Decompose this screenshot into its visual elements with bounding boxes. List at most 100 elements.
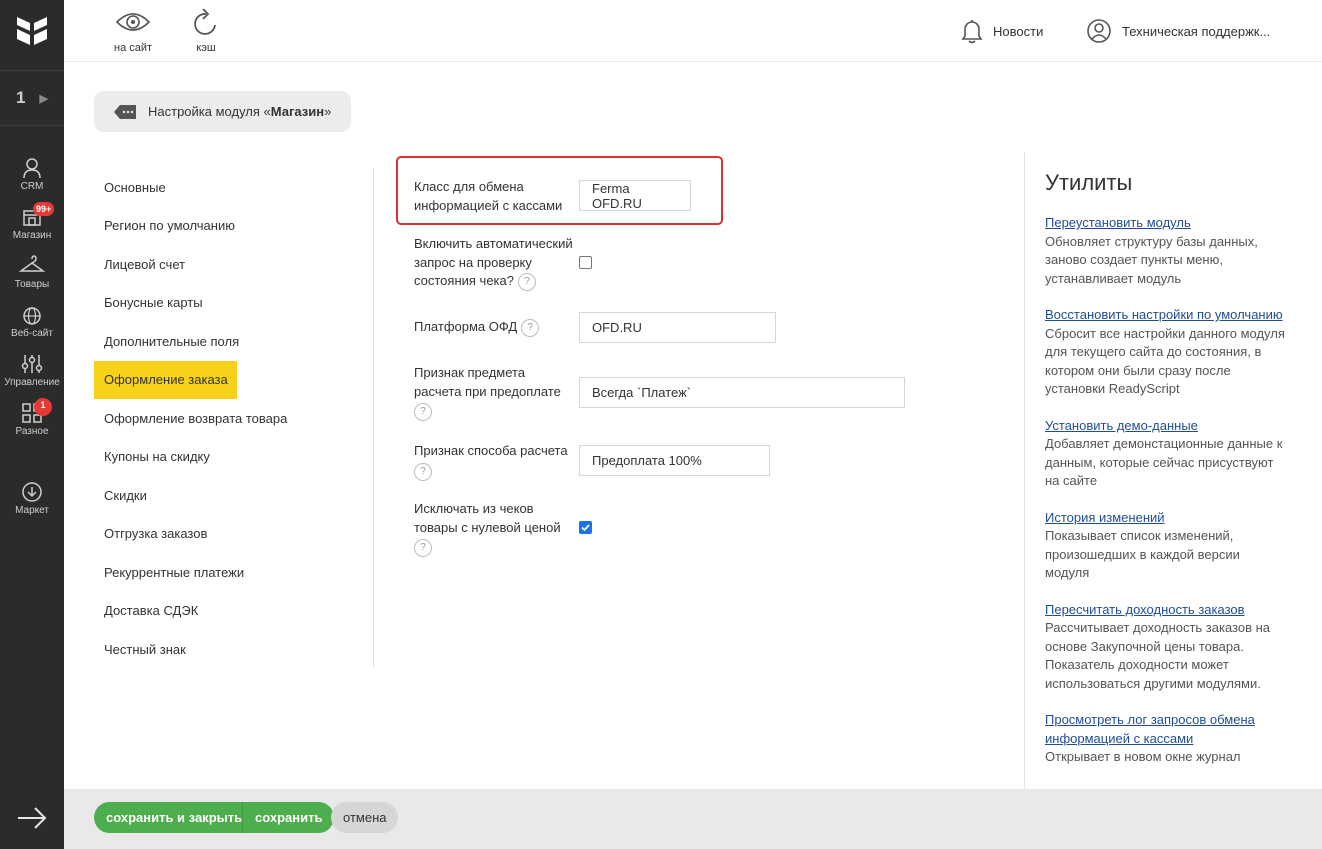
checkmark-icon bbox=[581, 524, 590, 532]
prepay-subject-label: Признак предмета расчета при предоплате … bbox=[414, 364, 561, 421]
rail-label: Товары bbox=[14, 279, 50, 290]
top-bar: на сайт кэш Новости Техническая поддержк… bbox=[64, 0, 1322, 62]
rail-item-website[interactable]: Веб-сайт bbox=[0, 291, 64, 339]
restore-defaults-link[interactable]: Восстановить настройки по умолчанию bbox=[1045, 306, 1285, 325]
cashbox-log-link[interactable]: Просмотреть лог запросов обмена информац… bbox=[1045, 711, 1285, 748]
misc-badge: 1 bbox=[34, 398, 52, 416]
tab-recurring-payments[interactable]: Рекуррентные платежи bbox=[94, 553, 374, 592]
utilities-title: Утилиты bbox=[1045, 170, 1133, 195]
rail-item-market[interactable]: Маркет bbox=[0, 468, 64, 516]
tab-discounts[interactable]: Скидки bbox=[94, 476, 374, 515]
tab-cdek-delivery[interactable]: Доставка СДЭК bbox=[94, 592, 374, 631]
help-icon[interactable]: ? bbox=[414, 462, 432, 481]
hanger-icon bbox=[19, 255, 45, 272]
tab-main[interactable]: Основные bbox=[94, 168, 374, 207]
utility-item: Установить демо-данные Добавляет демонст… bbox=[1045, 417, 1285, 491]
rail-item-store[interactable]: Магазин 99+ bbox=[0, 193, 64, 241]
save-button[interactable]: сохранить bbox=[242, 802, 335, 833]
tab-personal-account[interactable]: Лицевой счет bbox=[94, 245, 374, 284]
utility-desc: Обновляет структуру базы данных, заново … bbox=[1045, 233, 1258, 286]
changelog-link[interactable]: История изменений bbox=[1045, 509, 1285, 528]
tab-coupons[interactable]: Купоны на скидку bbox=[94, 438, 374, 477]
refresh-icon bbox=[194, 8, 216, 35]
eye-icon bbox=[115, 13, 151, 31]
save-close-button[interactable]: сохранить и закрыть bbox=[94, 802, 255, 833]
ofd-platform-select[interactable]: OFD.RU bbox=[579, 312, 776, 343]
tab-extra-fields[interactable]: Дополнительные поля bbox=[94, 322, 374, 361]
user-circle-icon bbox=[1087, 19, 1111, 43]
utility-item: Просмотреть лог запросов обмена информац… bbox=[1045, 711, 1285, 767]
cache-label: кэш bbox=[196, 42, 216, 54]
sliders-icon bbox=[21, 355, 43, 373]
payment-method-label: Признак способа расчета ? bbox=[414, 442, 568, 481]
support-link[interactable]: Техническая поддержк... bbox=[1086, 18, 1270, 44]
auto-check-label: Включить автоматический запрос на провер… bbox=[414, 235, 573, 291]
logo-icon bbox=[17, 17, 47, 45]
utility-item: Переустановить модуль Обновляет структур… bbox=[1045, 214, 1285, 288]
tag-icon bbox=[114, 104, 136, 119]
rail-item-misc[interactable]: Разное 1 bbox=[0, 389, 64, 437]
rail-label: Управление bbox=[4, 377, 60, 388]
tab-returns[interactable]: Оформление возврата товара bbox=[94, 399, 374, 438]
left-rail: 1 ▶ CRM Магазин 99+ Товары Веб-сайт Упра… bbox=[0, 0, 64, 849]
recalc-profit-link[interactable]: Пересчитать доходность заказов bbox=[1045, 601, 1285, 620]
globe-icon bbox=[23, 307, 41, 325]
auto-check-checkbox[interactable] bbox=[579, 256, 592, 269]
rail-label: Разное bbox=[15, 426, 49, 437]
utility-item: Пересчитать доходность заказов Рассчитыв… bbox=[1045, 601, 1285, 694]
utility-desc: Открывает в новом окне журнал bbox=[1045, 749, 1241, 764]
tabs-divider bbox=[373, 168, 374, 668]
tab-honest-sign[interactable]: Честный знак bbox=[94, 630, 374, 669]
store-badge: 99+ bbox=[33, 202, 55, 216]
utility-desc: Рассчитывает доходность заказов на основ… bbox=[1045, 620, 1271, 691]
news-label: Новости bbox=[993, 23, 1044, 39]
exclude-zero-checkbox[interactable] bbox=[579, 521, 592, 534]
utility-item: Восстановить настройки по умолчанию Сбро… bbox=[1045, 306, 1285, 399]
logo[interactable] bbox=[0, 0, 64, 62]
exchange-class-label: Класс для обмена информацией с кассами bbox=[414, 179, 563, 213]
tab-shipments[interactable]: Отгрузка заказов bbox=[94, 515, 374, 554]
help-icon[interactable]: ? bbox=[517, 272, 536, 291]
rail-label: Магазин bbox=[12, 230, 52, 241]
reinstall-module-link[interactable]: Переустановить модуль bbox=[1045, 214, 1285, 233]
bell-icon bbox=[961, 20, 983, 44]
utility-desc: Добавляет демонстационные данные к данны… bbox=[1045, 436, 1283, 488]
chevron-right-icon: ▶ bbox=[39, 92, 48, 105]
rail-item-products[interactable]: Товары bbox=[0, 242, 64, 290]
prepay-subject-select[interactable]: Всегда `Платеж` bbox=[579, 377, 905, 408]
rail-item-management[interactable]: Управление bbox=[0, 340, 64, 388]
to-site-button[interactable]: на сайт bbox=[114, 8, 152, 54]
cancel-button[interactable]: отмена bbox=[331, 802, 399, 833]
cache-button[interactable]: кэш bbox=[192, 8, 220, 54]
payment-method-select[interactable]: Предоплата 100% bbox=[579, 445, 770, 476]
utilities-panel: Утилиты Переустановить модуль Обновляет … bbox=[1024, 152, 1322, 789]
module-title-text: Настройка модуля «Магазин» bbox=[148, 104, 332, 119]
utility-desc: Показывает список изменений, произошедши… bbox=[1045, 528, 1240, 580]
download-icon bbox=[22, 482, 42, 502]
install-demo-link[interactable]: Установить демо-данные bbox=[1045, 417, 1285, 436]
utility-desc: Сбросит все настройки данного модуля для… bbox=[1045, 325, 1285, 397]
crm-icon bbox=[23, 158, 41, 179]
module-title: Настройка модуля «Магазин» bbox=[94, 91, 352, 132]
site-number: 1 bbox=[16, 88, 26, 107]
tab-default-region[interactable]: Регион по умолчанию bbox=[94, 207, 374, 246]
exchange-class-select[interactable]: Ferma OFD.RU bbox=[579, 180, 691, 211]
exclude-zero-label: Исключать из чеков товары с нулевой цено… bbox=[414, 500, 561, 557]
tab-bonus-cards[interactable]: Бонусные карты bbox=[94, 284, 374, 323]
expand-arrow-icon[interactable] bbox=[16, 803, 48, 833]
support-label: Техническая поддержк... bbox=[1122, 23, 1271, 39]
tab-checkout[interactable]: Оформление заказа bbox=[94, 360, 237, 399]
settings-tabs: Основные Регион по умолчанию Лицевой сче… bbox=[94, 168, 374, 669]
bottom-bar: сохранить и закрыть сохранить отмена bbox=[64, 789, 1322, 849]
help-icon[interactable]: ? bbox=[414, 539, 432, 557]
utility-item: История изменений Показывает список изме… bbox=[1045, 509, 1285, 583]
help-icon[interactable]: ? bbox=[521, 318, 540, 337]
site-switcher[interactable]: 1 ▶ bbox=[0, 70, 64, 126]
rail-label: Маркет bbox=[15, 505, 49, 516]
help-icon[interactable]: ? bbox=[414, 403, 432, 421]
rail-label: CRM bbox=[20, 181, 44, 192]
news-link[interactable]: Новости bbox=[961, 18, 1043, 44]
to-site-label: на сайт bbox=[114, 42, 153, 54]
rail-label: Веб-сайт bbox=[11, 328, 53, 339]
rail-item-crm[interactable]: CRM bbox=[0, 144, 64, 192]
